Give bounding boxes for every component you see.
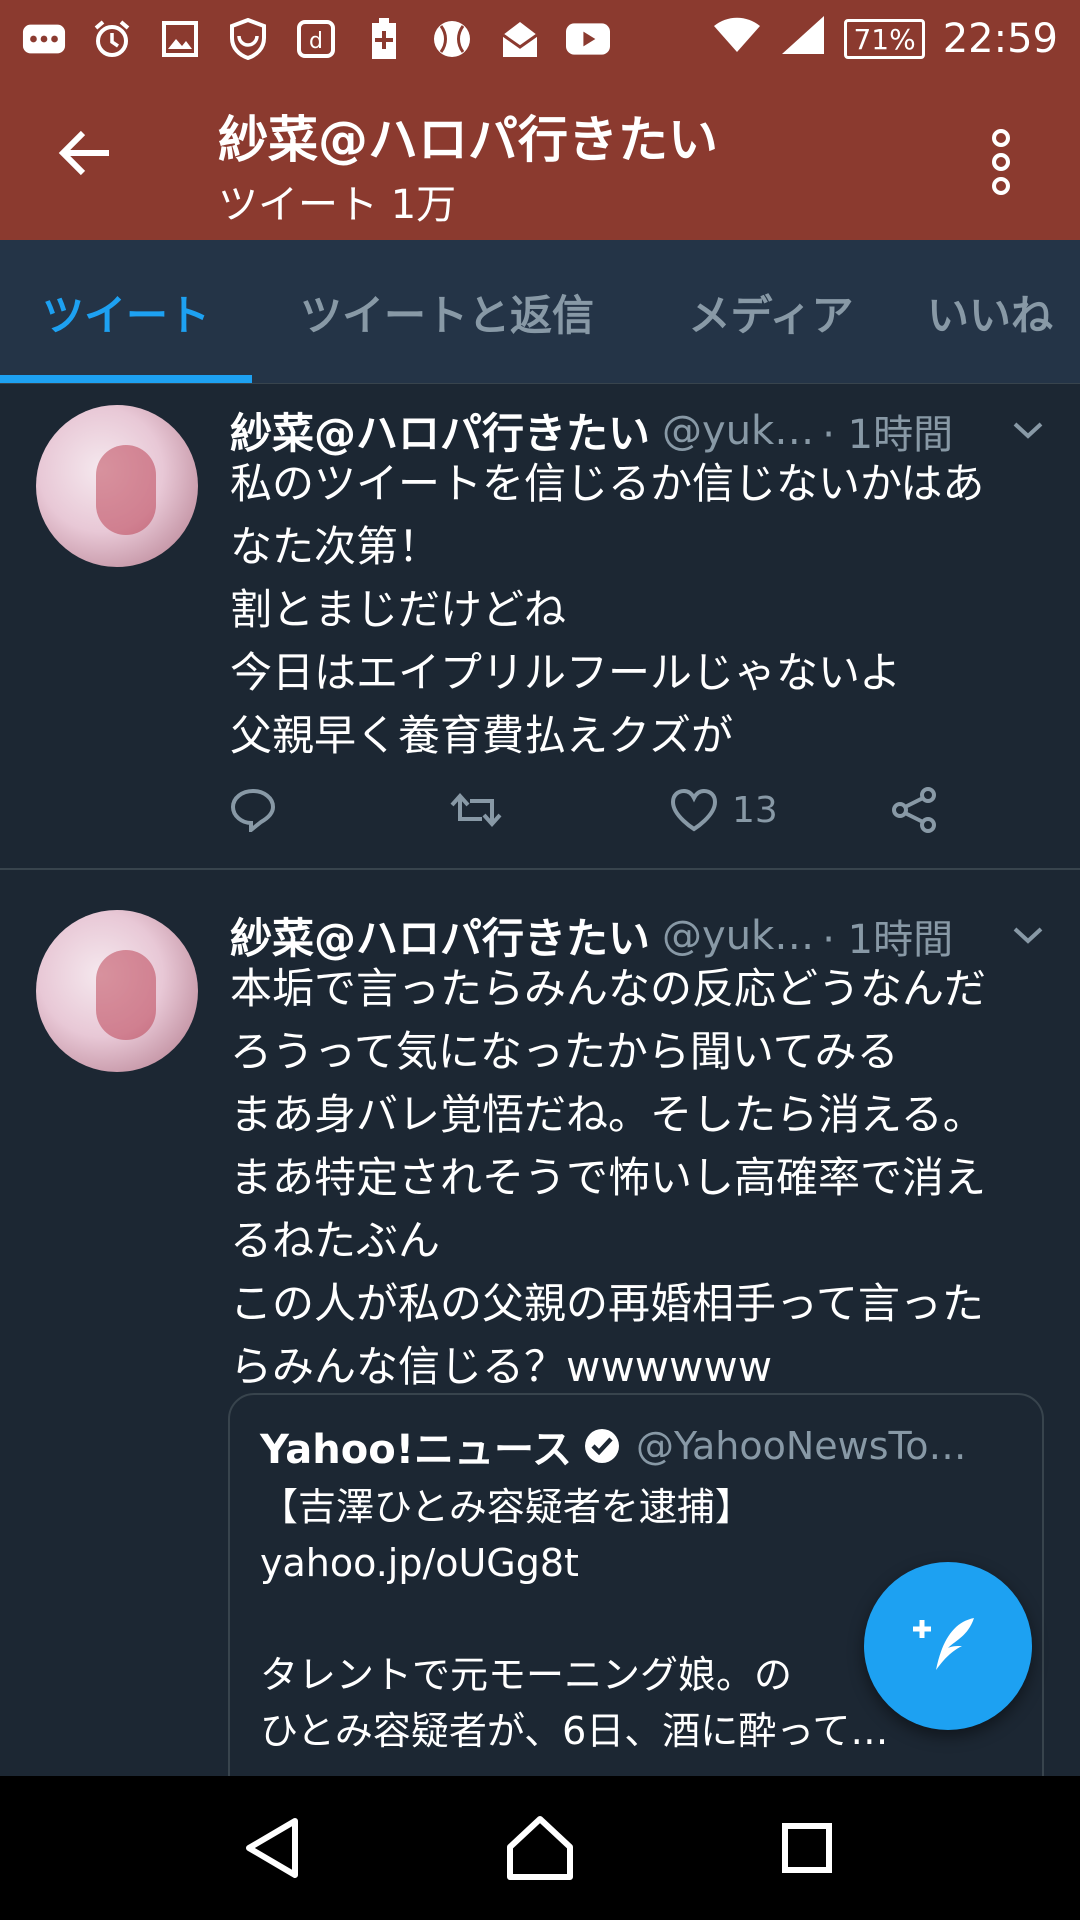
baseball-icon [430,17,474,61]
verified-badge-icon [582,1426,622,1466]
share-icon [892,787,936,833]
quoted-tweet-header: Yahoo!ニュース @YahooNewsTo… [260,1417,967,1475]
image-icon [158,17,202,61]
chevron-down-icon [1013,927,1043,944]
avatar[interactable] [36,910,198,1072]
triangle-back-icon [246,1818,299,1878]
tab-likes[interactable]: いいね [900,240,1080,384]
tweet-actions: 13 [230,780,1050,840]
arrow-left-icon [58,130,109,176]
mail-icon [498,17,542,61]
dots-notification-icon [22,17,66,61]
like-count: 13 [732,789,778,831]
divider [0,383,1080,384]
profile-tabs: ツイート ツイートと返信 メディア いいね [0,240,1080,384]
compose-feather-icon [913,1618,974,1670]
battery-level: 71% [844,19,925,59]
tweet-count: ツイート 1万 [218,182,457,228]
signal-icon [780,14,826,64]
chevron-down-icon [1013,422,1043,439]
quoted-author-handle: @YahooNewsTo… [635,1424,967,1468]
youtube-icon [566,17,610,61]
tab-media[interactable]: メディア [642,240,900,384]
retweet-button[interactable] [448,789,504,831]
divider [0,868,1080,870]
tweet-text: 私のツイートを信じるか信じないかはあ なた次第！ 割とまじだけどね 今日はエイプ… [230,459,985,760]
quoted-author-name: Yahoo!ニュース [260,1427,572,1473]
reply-button[interactable] [230,788,276,832]
system-nav-bar [0,1776,1080,1920]
back-button[interactable] [50,118,120,188]
tweet-text: 本垢で言ったらみんなの反応どうなんだ ろうって気になったから聞いてみる まあ身バ… [230,964,987,1391]
square-recents-icon [781,1823,832,1873]
tab-tweets[interactable]: ツイート [0,240,252,384]
status-bar: d 71% 22:59 [0,0,1080,78]
nav-recents-button[interactable] [762,1803,852,1893]
shield-icon [226,17,270,61]
tweet-author-handle: @yuk… [662,407,815,454]
clock: 22:59 [942,16,1058,62]
app-bar: 紗菜@ハロパ行きたい ツイート 1万 [0,78,1080,240]
battery-saver-icon [362,17,406,61]
tweet-menu-button[interactable] [1008,410,1048,450]
active-tab-indicator [0,375,252,383]
share-button[interactable] [890,787,938,833]
heart-icon [670,788,718,832]
more-vert-icon [992,129,1010,195]
tweet-time: · 1時間 [822,411,954,458]
wifi-icon [712,14,762,64]
tweet-time: · 1時間 [822,916,954,963]
like-button[interactable]: 13 [670,788,778,832]
tweet-author-handle: @yuk… [662,912,815,959]
nav-back-button[interactable] [228,1803,318,1893]
more-options-button[interactable] [976,122,1026,202]
compose-tweet-button[interactable] [864,1562,1032,1730]
page-title: 紗菜@ハロパ行きたい [218,111,718,169]
retweet-icon [450,792,502,828]
d-app-icon: d [294,17,338,61]
home-icon [506,1816,573,1880]
avatar[interactable] [36,405,198,567]
svg-text:d: d [309,29,323,54]
tab-tweets-and-replies[interactable]: ツイートと返信 [252,240,642,384]
nav-home-button[interactable] [495,1803,585,1893]
tweet-menu-button[interactable] [1008,915,1048,955]
alarm-icon [90,17,134,61]
reply-icon [230,788,276,832]
